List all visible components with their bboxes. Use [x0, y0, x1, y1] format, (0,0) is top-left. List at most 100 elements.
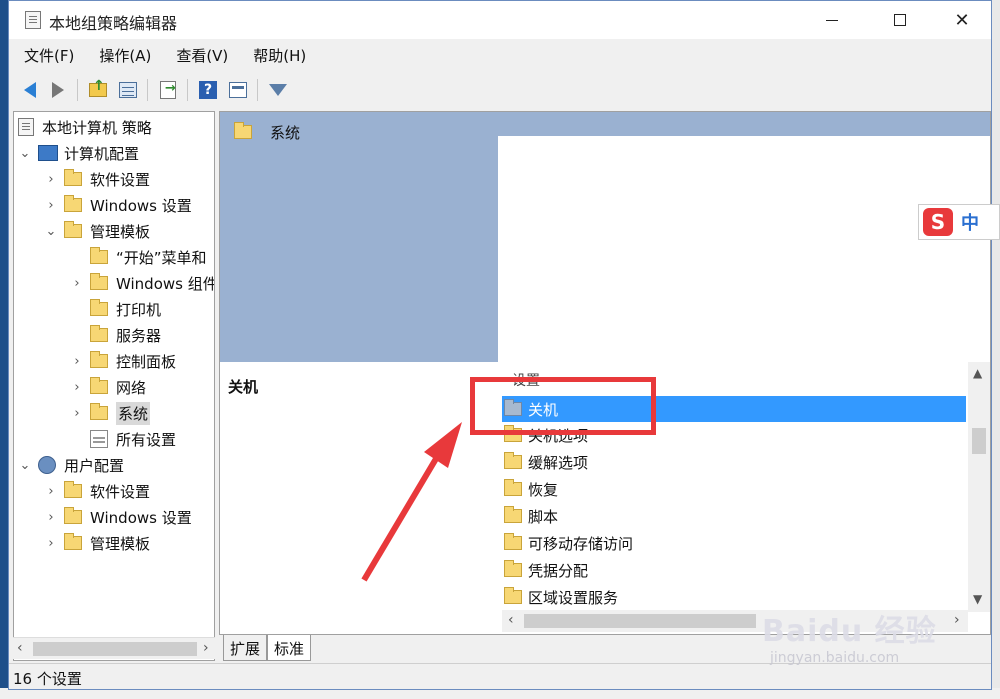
list-item-label: 可移动存储访问: [528, 534, 634, 553]
tree-item-user-software-settings[interactable]: › 软件设置: [44, 478, 150, 504]
help-button[interactable]: ?: [197, 79, 219, 101]
tree-label: 本地计算机 策略: [42, 118, 152, 137]
tree-item-server[interactable]: 服务器: [70, 322, 161, 348]
toolbar-separator: [77, 79, 78, 101]
export-list-button[interactable]: [157, 79, 179, 101]
tree-label: “开始”菜单和: [116, 248, 207, 267]
minimize-button[interactable]: [809, 1, 855, 39]
menu-help[interactable]: 帮助(H): [238, 43, 316, 69]
filter-button[interactable]: [267, 79, 289, 101]
scroll-up-icon[interactable]: ▲: [973, 366, 982, 380]
scrollbar-thumb[interactable]: [33, 642, 197, 656]
list-item-removable-storage[interactable]: 可移动存储访问: [502, 530, 966, 556]
tree-item-system[interactable]: › 系统: [70, 400, 151, 426]
scrollbar-thumb[interactable]: [972, 428, 986, 454]
back-button[interactable]: [19, 79, 41, 101]
folder-icon: [64, 507, 82, 524]
chevron-right-icon[interactable]: ›: [44, 198, 58, 213]
tree-label: 服务器: [116, 326, 162, 345]
toolbar-separator: [147, 79, 148, 101]
chevron-right-icon[interactable]: ›: [70, 276, 84, 291]
chevron-down-icon[interactable]: ⌄: [18, 146, 32, 161]
forward-button[interactable]: [47, 79, 69, 101]
folder-up-icon: [89, 78, 107, 97]
toolbar-separator: [257, 79, 258, 101]
menu-action[interactable]: 操作(A): [84, 43, 161, 69]
chevron-right-icon[interactable]: ›: [70, 406, 84, 421]
tree-item-admin-templates[interactable]: ⌄ 管理模板: [44, 218, 150, 244]
tree-item-control-panel[interactable]: › 控制面板: [70, 348, 176, 374]
chevron-right-icon[interactable]: ›: [44, 536, 58, 551]
folder-icon: [64, 169, 82, 186]
status-text: 16 个设置: [13, 670, 82, 688]
details-pane: 系统 关机 设置 关机 关机选项 缓解选项 恢复 脚本 可移动存储访问 凭据分配…: [219, 111, 991, 635]
list-item-recovery[interactable]: 恢复: [502, 476, 966, 502]
tree-item-user-admin-templates[interactable]: › 管理模板: [44, 530, 150, 556]
tree-label: 管理模板: [90, 222, 151, 241]
tree-label: 所有设置: [116, 430, 177, 449]
back-arrow-icon: [24, 82, 36, 98]
sogou-ime-icon: S: [923, 208, 953, 236]
up-level-button[interactable]: [87, 78, 109, 101]
tree-item-start-menu[interactable]: “开始”菜单和: [70, 244, 207, 270]
tree-item-all-settings[interactable]: 所有设置: [70, 426, 176, 452]
tab-extended[interactable]: 扩展: [223, 635, 268, 661]
close-button[interactable]: ✕: [939, 1, 985, 39]
ime-toolbar[interactable]: S 中: [918, 204, 1000, 240]
tree-item-software-settings[interactable]: › 软件设置: [44, 166, 150, 192]
console-tree[interactable]: 本地计算机 策略 ⌄ 计算机配置 › 软件设置 › Windows 设置 ⌄ 管…: [13, 111, 215, 661]
menu-file[interactable]: 文件(F): [9, 43, 84, 69]
list-item-scripts[interactable]: 脚本: [502, 503, 966, 529]
ime-language-indicator[interactable]: 中: [961, 209, 979, 235]
chevron-right-icon[interactable]: ›: [44, 484, 58, 499]
toolbar: ?: [9, 73, 991, 107]
tree-item-windows-components[interactable]: › Windows 组件: [70, 270, 214, 296]
chevron-down-icon[interactable]: ⌄: [44, 224, 58, 239]
list-item-credentials-delegation[interactable]: 凭据分配: [502, 557, 966, 583]
title-bar[interactable]: 本地组策略编辑器 ✕: [9, 1, 991, 39]
folder-icon: [64, 221, 82, 238]
menu-view[interactable]: 查看(V): [161, 43, 238, 69]
tree-item-network[interactable]: › 网络: [70, 374, 146, 400]
help-icon: ?: [199, 81, 217, 99]
chevron-down-icon[interactable]: ⌄: [18, 458, 32, 473]
folder-icon: [64, 195, 82, 212]
maximize-button[interactable]: [877, 1, 923, 39]
user-icon: [38, 456, 56, 474]
list-item-mitigation-options[interactable]: 缓解选项: [502, 449, 966, 475]
tree-item-root[interactable]: 本地计算机 策略: [18, 114, 152, 140]
close-icon: ✕: [954, 9, 970, 31]
computer-icon: [38, 145, 58, 161]
baidu-watermark: Baidu 经验 jingyan.baidu.com: [760, 590, 960, 670]
list-item-label: 恢复: [528, 480, 559, 499]
folder-icon: [90, 377, 108, 394]
chevron-right-icon[interactable]: ›: [70, 380, 84, 395]
tree-item-windows-settings[interactable]: › Windows 设置: [44, 192, 192, 218]
scrollbar-thumb[interactable]: [524, 614, 756, 628]
tab-standard[interactable]: 标准: [267, 635, 312, 661]
tree-item-user-config[interactable]: ⌄ 用户配置: [18, 452, 124, 478]
scroll-right-icon[interactable]: ›: [203, 640, 209, 656]
list-item-label: 缓解选项: [528, 453, 589, 472]
scroll-left-icon[interactable]: ‹: [17, 640, 23, 656]
properties-button[interactable]: [227, 79, 249, 101]
list-vertical-scrollbar[interactable]: ▲ ▼: [968, 362, 990, 612]
desktop-background-right: [992, 0, 1000, 699]
description-title: 关机: [228, 378, 259, 396]
chevron-right-icon[interactable]: ›: [70, 354, 84, 369]
forward-arrow-icon: [52, 82, 64, 98]
policy-app-icon: [25, 11, 41, 29]
chevron-right-icon[interactable]: ›: [44, 510, 58, 525]
tree-item-user-windows-settings[interactable]: › Windows 设置: [44, 504, 192, 530]
tree-item-printers[interactable]: 打印机: [70, 296, 161, 322]
tree-horizontal-scrollbar[interactable]: ‹ ›: [13, 637, 215, 659]
tree-item-computer-config[interactable]: ⌄ 计算机配置: [18, 140, 139, 166]
chevron-right-icon[interactable]: ›: [44, 172, 58, 187]
folder-icon: [234, 122, 252, 139]
show-tree-button[interactable]: [117, 79, 139, 101]
scroll-down-icon[interactable]: ▼: [973, 592, 982, 606]
scroll-left-icon[interactable]: ‹: [508, 612, 514, 628]
export-icon: [160, 81, 176, 99]
tree-label: Windows 设置: [90, 508, 192, 527]
folder-icon: [64, 481, 82, 498]
